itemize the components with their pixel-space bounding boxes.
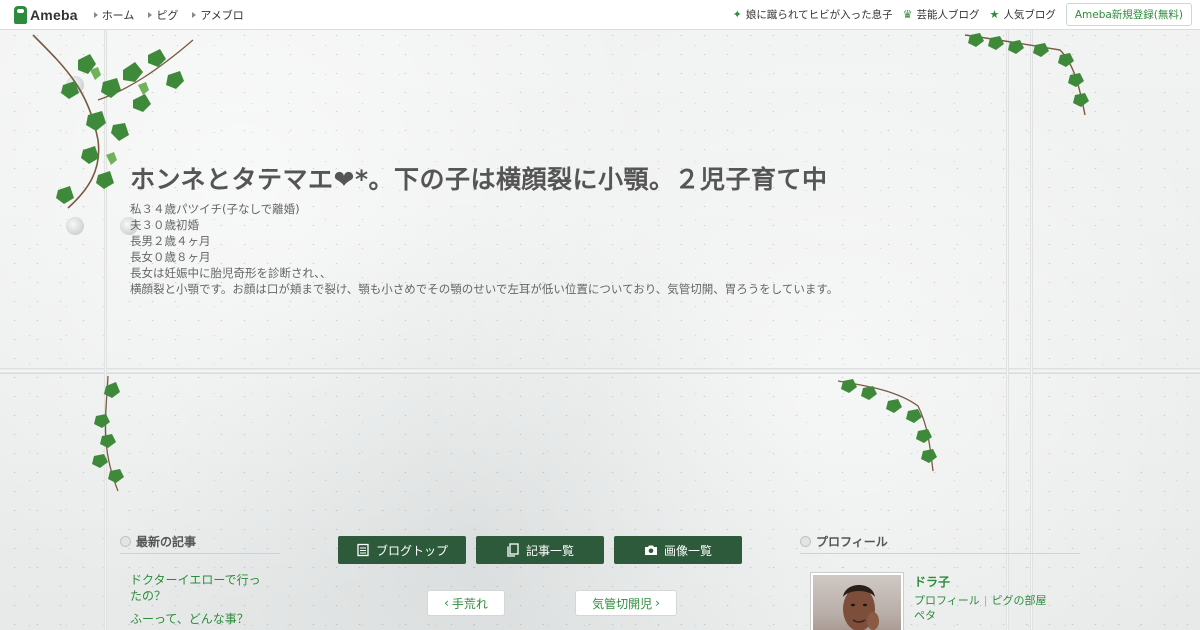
blog-description: 私３４歳パツイチ(子なしで離婚) 夫３０歳初婚 長男２歳４ヶ月 長女０歳８ヶ月 …: [130, 201, 838, 297]
recent-articles-heading: 最新の記事: [120, 533, 280, 554]
circle-bullet-icon: [120, 536, 131, 547]
nav-link-label: ピグ: [156, 8, 179, 22]
avatar-photo: [843, 585, 879, 630]
star-icon: ★: [989, 8, 1000, 21]
article-list-button[interactable]: 記事一覧: [476, 536, 604, 564]
nav-link-label: ホーム: [101, 8, 135, 22]
next-article-label: 気管切開児: [592, 596, 653, 611]
register-button[interactable]: Ameba新規登録(無料): [1065, 3, 1192, 26]
description-line: 長男２歳４ヶ月: [130, 234, 211, 248]
profile-links: プロフィール | ピグの部屋 ペタ: [914, 593, 1064, 623]
nav-link-label: アメブロ: [200, 8, 244, 22]
nav-link-ameblo[interactable]: アメブロ: [192, 7, 244, 23]
profile-heading-label: プロフィール: [816, 535, 888, 549]
recent-article-link[interactable]: ふーって、どんな事？: [130, 611, 270, 627]
ameba-logo-text: Ameba: [30, 6, 78, 23]
profile-heading: プロフィール: [800, 533, 1080, 554]
global-header: Ameba ホーム ピグ アメブロ ✦ 娘に蹴られてヒビが入った息子 ♛ 芸能人…: [0, 0, 1200, 30]
profile-avatar[interactable]: [811, 573, 903, 630]
description-line: 長女は妊娠中に胎児奇形を診断され、、: [130, 266, 332, 280]
prev-article-label: 手荒れ: [451, 596, 488, 611]
description-line: 私３４歳パツイチ(子なしで離婚): [130, 202, 300, 216]
triangle-right-icon: [148, 11, 153, 18]
image-list-button[interactable]: 画像一覧: [614, 536, 742, 564]
popular-blog-label: 人気ブログ: [1003, 9, 1056, 21]
nav-link-pigg[interactable]: ピグ: [148, 7, 178, 23]
triangle-right-icon: [93, 11, 98, 18]
ivy-decoration: [964, 33, 1089, 116]
next-article-button[interactable]: 気管切開児 ›: [575, 590, 677, 616]
pigg-room-link[interactable]: ピグの部屋: [992, 594, 1047, 607]
wall-bolt-hole: [66, 217, 84, 235]
trending-entry-link[interactable]: ✦ 娘に蹴られてヒビが入った息子: [733, 7, 893, 22]
triangle-right-icon: [192, 11, 197, 18]
sparkle-icon: ✦: [732, 8, 742, 21]
description-line: 夫３０歳初婚: [130, 218, 199, 232]
description-line: 横顔裂と小顎です。お顔は口が頬まで裂け、顎も小さめでその顎のせいで左耳が低い位置…: [130, 282, 839, 296]
circle-bullet-icon: [800, 536, 811, 547]
trending-entry-label: 娘に蹴られてヒビが入った息子: [745, 9, 893, 21]
image-list-label: 画像一覧: [663, 543, 712, 558]
wall-seam-horizontal: [0, 368, 1200, 374]
document-icon: [357, 543, 369, 557]
nav-link-home[interactable]: ホーム: [93, 7, 135, 23]
blog-top-button[interactable]: ブログトップ: [338, 536, 466, 564]
popular-blog-link[interactable]: ★ 人気ブログ: [989, 7, 1055, 22]
profile-name[interactable]: ドラ子: [914, 573, 950, 590]
celebrity-blog-label: 芸能人ブログ: [916, 9, 980, 21]
chevron-left-icon: ‹: [444, 596, 449, 610]
ivy-decoration: [838, 379, 937, 472]
ivy-decoration: [92, 376, 124, 492]
recent-article-link[interactable]: ドクターイエローで行ったの？: [130, 572, 270, 604]
peta-link[interactable]: ペタ: [914, 609, 936, 622]
separator: |: [983, 594, 988, 607]
blog-title[interactable]: ホンネとタテマエ❤*。下の子は横顔裂に小顎。２児子育て中: [130, 160, 828, 196]
blog-top-label: ブログトップ: [375, 543, 448, 558]
profile-link[interactable]: プロフィール: [914, 594, 980, 607]
copy-icon: [507, 543, 519, 557]
recent-articles-heading-label: 最新の記事: [136, 535, 197, 549]
celebrity-blog-link[interactable]: ♛ 芸能人ブログ: [903, 7, 980, 22]
description-line: 長女０歳８ヶ月: [130, 250, 211, 264]
camera-icon: [644, 545, 657, 555]
recent-articles-list: ドクターイエローで行ったの？ ふーって、どんな事？: [130, 572, 270, 630]
ameba-logo[interactable]: Ameba: [14, 5, 78, 24]
article-list-label: 記事一覧: [525, 543, 574, 558]
prev-article-button[interactable]: ‹ 手荒れ: [427, 590, 505, 616]
header-right: ✦ 娘に蹴られてヒビが入った息子 ♛ 芸能人ブログ ★ 人気ブログ Ameba新…: [733, 3, 1192, 26]
ameba-logo-icon: [14, 5, 27, 24]
chevron-right-icon: ›: [655, 596, 660, 610]
crown-icon: ♛: [902, 8, 913, 21]
